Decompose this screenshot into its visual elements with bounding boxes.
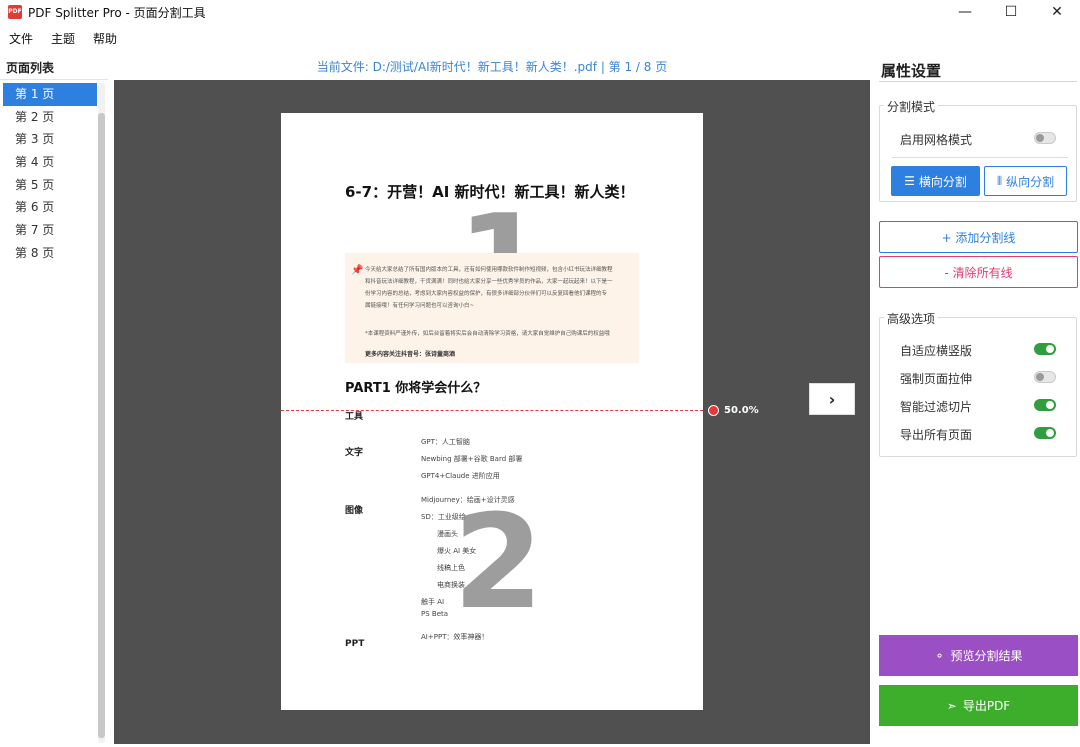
divider [879,81,1077,82]
pdf-page-preview: 6-7：开营！AI 新时代！新工具！新人类！ 1 📌 今天给大家总结了所有国内版… [281,113,703,710]
split-line-handle[interactable] [708,405,719,416]
note-line: 属链接哦！有任何学习问题也可以咨询小白~ [365,303,475,309]
eye-icon: ⚬ [934,648,945,663]
section-label-text: 文字 [345,448,364,458]
menu-theme[interactable]: 主题 [42,30,84,47]
section-line: Newbing 部署+谷歌 Bard 部署 [421,455,523,463]
split-line[interactable] [281,410,703,411]
vertical-split-button[interactable]: ⦀ 纵向分割 [984,166,1067,196]
option-label-force-stretch: 强制页面拉伸 [900,372,973,386]
next-page-button[interactable]: › [809,383,855,415]
section-line: GPT：人工智脑 [421,438,470,446]
section-line: PS Beta [421,610,449,618]
page-list-item-4[interactable]: 第 4 页 [3,151,97,174]
properties-title: 属性设置 [881,62,942,80]
page-list-header: 页面列表 [6,61,55,75]
window-title: PDF Splitter Pro - 页面分割工具 [28,5,206,20]
doc-note-box: 📌 今天给大家总结了所有国内版本的工具，还有如何使用哪款软件制作短视频，包含小红… [345,253,639,363]
clear-all-lines-button[interactable]: - 清除所有线 [879,256,1078,288]
note-footer: *本课程资料严谨外传，如后台留着将实后会自动清除学习资格，请大家自觉维护自己购课… [365,331,610,337]
section-line: 触手 AI [421,598,445,606]
split-mode-group: 分割模式 启用网格模式 ☰ 横向分割 ⦀ 纵向分割 [879,98,1077,202]
page-list-item-5[interactable]: 第 5 页 [3,174,97,197]
force-stretch-toggle[interactable] [1034,371,1056,383]
menu-file[interactable]: 文件 [0,30,42,47]
smart-filter-toggle[interactable] [1034,399,1056,411]
scrollbar-thumb[interactable] [98,113,105,738]
title-bar: PDF PDF Splitter Pro - 页面分割工具 — ☐ ✕ [0,0,1080,24]
grid-mode-toggle[interactable] [1034,132,1056,144]
note-line: 份学习内容的总结，考虑到大家内容权益的保护，有很多详细部分伙伴们可以反复回看他们… [365,291,608,297]
grid-mode-label: 启用网格模式 [900,133,973,147]
horizontal-split-label: 横向分割 [918,174,967,189]
page-list: 第 1 页 第 2 页 第 3 页 第 4 页 第 5 页 第 6 页 第 7 … [3,83,97,265]
page-list-item-1[interactable]: 第 1 页 [3,83,97,106]
minimize-button[interactable]: — [942,0,988,24]
advanced-options-group: 高级选项 自适应横竖版 强制页面拉伸 智能过滤切片 导出所有页面 [879,310,1077,457]
pdf-app-icon: PDF [8,5,22,19]
horizontal-lines-icon: ☰ [904,174,915,188]
export-pdf-button[interactable]: ➣ 导出PDF [879,685,1078,726]
page-list-item-7[interactable]: 第 7 页 [3,219,97,242]
menu-bar: 文件 主题 帮助 [0,26,126,50]
page-list-item-8[interactable]: 第 8 页 [3,242,97,265]
page-list-item-3[interactable]: 第 3 页 [3,128,97,151]
divider [892,157,1068,158]
page-list-item-6[interactable]: 第 6 页 [3,196,97,219]
app-window: PDF PDF Splitter Pro - 页面分割工具 — ☐ ✕ 文件 主… [0,0,1080,747]
preview-canvas[interactable]: 6-7：开营！AI 新时代！新工具！新人类！ 1 📌 今天给大家总结了所有国内版… [114,80,870,744]
auto-orientation-toggle[interactable] [1034,343,1056,355]
part-title: PART1 你将学会什么？ [345,381,487,396]
properties-panel: 属性设置 分割模式 启用网格模式 ☰ 横向分割 ⦀ 纵向分割 + 添加分割线 -… [872,54,1080,747]
window-controls: — ☐ ✕ [942,0,1080,24]
close-button[interactable]: ✕ [1034,0,1080,24]
preview-split-button[interactable]: ⚬ 预览分割结果 [879,635,1078,676]
split-line-percent: 50.0% [724,405,759,416]
option-label-export-all: 导出所有页面 [900,428,973,442]
send-icon: ➣ [946,698,957,713]
note-bold: 更多内容关注抖音号：张诗童商酒 [365,351,456,358]
current-file-info: 当前文件: D:/测试/AI新时代！新工具！新人类！.pdf | 第 1 / 8… [316,60,668,74]
chevron-right-icon: › [828,389,836,409]
section-label-image: 图像 [345,506,364,516]
add-split-line-button[interactable]: + 添加分割线 [879,221,1078,253]
note-line: 今天给大家总结了所有国内版本的工具，还有如何使用哪款软件制作短视频，包含小红书玩… [365,267,613,273]
page-list-item-2[interactable]: 第 2 页 [3,106,97,129]
page-list-panel: 页面列表 第 1 页 第 2 页 第 3 页 第 4 页 第 5 页 第 6 页… [0,54,108,747]
divider [0,79,108,80]
option-label-smart-filter: 智能过滤切片 [900,400,973,414]
vertical-lines-icon: ⦀ [996,173,1003,188]
region-2-number: 2 [453,486,544,638]
section-line: GPT4+Claude 进阶应用 [421,472,500,480]
preview-split-label: 预览分割结果 [950,649,1023,663]
horizontal-split-button[interactable]: ☰ 横向分割 [891,166,980,196]
menu-help[interactable]: 帮助 [84,30,126,47]
pin-icon: 📌 [351,265,364,276]
option-label-auto-orientation: 自适应横竖版 [900,344,973,358]
maximize-button[interactable]: ☐ [988,0,1034,24]
vertical-split-label: 纵向分割 [1006,174,1055,189]
note-line: 和抖音玩法详细教程，干货满满！同时也给大家分享一些优秀学员的作品，大家一起玩起来… [365,279,613,285]
page-list-scrollbar[interactable] [98,83,105,743]
split-mode-label: 分割模式 [884,98,939,115]
export-all-toggle[interactable] [1034,427,1056,439]
export-pdf-label: 导出PDF [962,699,1011,713]
advanced-options-label: 高级选项 [884,310,939,327]
section-label-ppt: PPT [345,639,365,649]
